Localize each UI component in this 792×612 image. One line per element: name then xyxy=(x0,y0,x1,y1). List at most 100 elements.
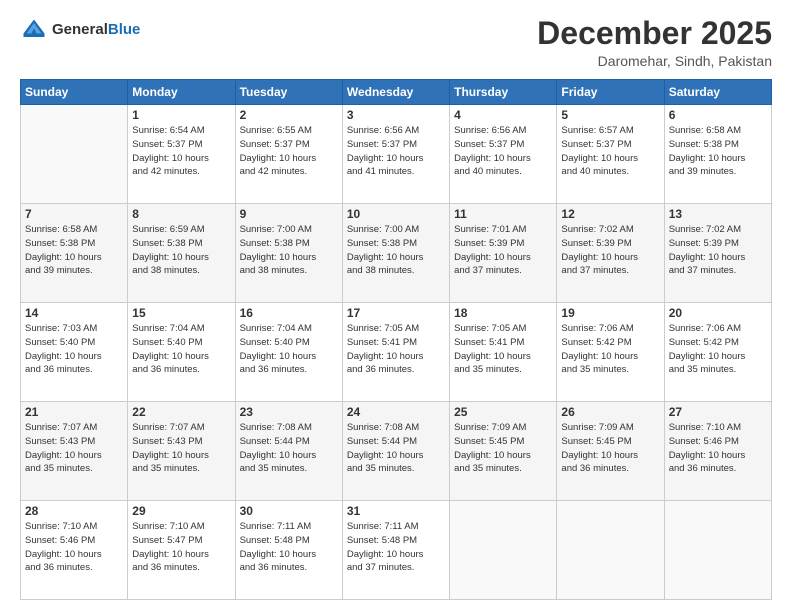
day-info: Sunrise: 7:08 AM Sunset: 5:44 PM Dayligh… xyxy=(240,421,338,476)
col-header-sunday: Sunday xyxy=(21,80,128,105)
page: GeneralBlue December 2025 Daromehar, Sin… xyxy=(0,0,792,612)
day-number: 6 xyxy=(669,108,767,122)
day-cell: 14 Sunrise: 7:03 AM Sunset: 5:40 PM Dayli… xyxy=(21,303,128,402)
logo-general: General xyxy=(52,21,108,38)
day-info: Sunrise: 7:09 AM Sunset: 5:45 PM Dayligh… xyxy=(454,421,552,476)
day-cell: 12 Sunrise: 7:02 AM Sunset: 5:39 PM Dayli… xyxy=(557,204,664,303)
day-cell: 26Sunrise: 7:09 AM Sunset: 5:45 PM Dayli… xyxy=(557,402,664,501)
day-info: Sunrise: 6:58 AM Sunset: 5:38 PM Dayligh… xyxy=(25,223,123,278)
day-info: Sunrise: 6:55 AM Sunset: 5:37 PM Dayligh… xyxy=(240,124,338,179)
day-cell xyxy=(557,501,664,600)
day-cell: 13 Sunrise: 7:02 AM Sunset: 5:39 PM Dayli… xyxy=(664,204,771,303)
day-cell: 17 Sunrise: 7:05 AM Sunset: 5:41 PM Dayli… xyxy=(342,303,449,402)
day-info: Sunrise: 7:02 AM Sunset: 5:39 PM Dayligh… xyxy=(561,223,659,278)
day-info: Sunrise: 6:54 AM Sunset: 5:37 PM Dayligh… xyxy=(132,124,230,179)
day-cell: 10Sunrise: 7:00 AM Sunset: 5:38 PM Dayli… xyxy=(342,204,449,303)
day-number: 15 xyxy=(132,306,230,320)
day-info: Sunrise: 7:10 AM Sunset: 5:46 PM Dayligh… xyxy=(25,520,123,575)
day-cell: 27 Sunrise: 7:10 AM Sunset: 5:46 PM Dayli… xyxy=(664,402,771,501)
day-cell: 30 Sunrise: 7:11 AM Sunset: 5:48 PM Dayli… xyxy=(235,501,342,600)
day-number: 17 xyxy=(347,306,445,320)
day-info: Sunrise: 7:06 AM Sunset: 5:42 PM Dayligh… xyxy=(561,322,659,377)
col-header-friday: Friday xyxy=(557,80,664,105)
day-info: Sunrise: 7:02 AM Sunset: 5:39 PM Dayligh… xyxy=(669,223,767,278)
day-info: Sunrise: 7:11 AM Sunset: 5:48 PM Dayligh… xyxy=(240,520,338,575)
week-row-1: 1 Sunrise: 6:54 AM Sunset: 5:37 PM Daylig… xyxy=(21,105,772,204)
day-info: Sunrise: 6:56 AM Sunset: 5:37 PM Dayligh… xyxy=(454,124,552,179)
day-number: 25 xyxy=(454,405,552,419)
col-header-wednesday: Wednesday xyxy=(342,80,449,105)
day-info: Sunrise: 7:08 AM Sunset: 5:44 PM Dayligh… xyxy=(347,421,445,476)
day-cell: 28Sunrise: 7:10 AM Sunset: 5:46 PM Dayli… xyxy=(21,501,128,600)
day-number: 4 xyxy=(454,108,552,122)
day-number: 19 xyxy=(561,306,659,320)
day-info: Sunrise: 7:10 AM Sunset: 5:46 PM Dayligh… xyxy=(669,421,767,476)
logo-icon xyxy=(20,16,48,44)
day-cell: 16Sunrise: 7:04 AM Sunset: 5:40 PM Dayli… xyxy=(235,303,342,402)
logo-blue: Blue xyxy=(108,21,141,38)
day-cell xyxy=(21,105,128,204)
header-row: SundayMondayTuesdayWednesdayThursdayFrid… xyxy=(21,80,772,105)
day-number: 21 xyxy=(25,405,123,419)
day-number: 24 xyxy=(347,405,445,419)
logo-text: GeneralBlue xyxy=(52,21,140,39)
day-number: 16 xyxy=(240,306,338,320)
day-number: 3 xyxy=(347,108,445,122)
title-block: December 2025 Daromehar, Sindh, Pakistan xyxy=(537,16,772,69)
day-info: Sunrise: 6:56 AM Sunset: 5:37 PM Dayligh… xyxy=(347,124,445,179)
day-number: 12 xyxy=(561,207,659,221)
week-row-2: 7 Sunrise: 6:58 AM Sunset: 5:38 PM Daylig… xyxy=(21,204,772,303)
col-header-thursday: Thursday xyxy=(450,80,557,105)
col-header-saturday: Saturday xyxy=(664,80,771,105)
day-cell: 1 Sunrise: 6:54 AM Sunset: 5:37 PM Daylig… xyxy=(128,105,235,204)
day-cell: 11Sunrise: 7:01 AM Sunset: 5:39 PM Dayli… xyxy=(450,204,557,303)
day-cell: 6Sunrise: 6:58 AM Sunset: 5:38 PM Daylig… xyxy=(664,105,771,204)
day-cell: 31 Sunrise: 7:11 AM Sunset: 5:48 PM Dayli… xyxy=(342,501,449,600)
day-number: 8 xyxy=(132,207,230,221)
col-header-tuesday: Tuesday xyxy=(235,80,342,105)
day-info: Sunrise: 7:11 AM Sunset: 5:48 PM Dayligh… xyxy=(347,520,445,575)
day-number: 14 xyxy=(25,306,123,320)
day-info: Sunrise: 7:03 AM Sunset: 5:40 PM Dayligh… xyxy=(25,322,123,377)
week-row-4: 21 Sunrise: 7:07 AM Sunset: 5:43 PM Dayli… xyxy=(21,402,772,501)
day-info: Sunrise: 7:07 AM Sunset: 5:43 PM Dayligh… xyxy=(132,421,230,476)
day-number: 23 xyxy=(240,405,338,419)
day-number: 27 xyxy=(669,405,767,419)
day-cell xyxy=(450,501,557,600)
day-number: 22 xyxy=(132,405,230,419)
day-info: Sunrise: 7:07 AM Sunset: 5:43 PM Dayligh… xyxy=(25,421,123,476)
day-number: 1 xyxy=(132,108,230,122)
day-number: 29 xyxy=(132,504,230,518)
month-year: December 2025 xyxy=(537,16,772,51)
day-cell: 15 Sunrise: 7:04 AM Sunset: 5:40 PM Dayli… xyxy=(128,303,235,402)
day-cell: 7 Sunrise: 6:58 AM Sunset: 5:38 PM Daylig… xyxy=(21,204,128,303)
day-cell: 29Sunrise: 7:10 AM Sunset: 5:47 PM Dayli… xyxy=(128,501,235,600)
day-info: Sunrise: 7:05 AM Sunset: 5:41 PM Dayligh… xyxy=(347,322,445,377)
day-cell xyxy=(664,501,771,600)
day-number: 26 xyxy=(561,405,659,419)
day-cell: 24 Sunrise: 7:08 AM Sunset: 5:44 PM Dayli… xyxy=(342,402,449,501)
day-info: Sunrise: 7:04 AM Sunset: 5:40 PM Dayligh… xyxy=(132,322,230,377)
logo: GeneralBlue xyxy=(20,16,140,44)
header: GeneralBlue December 2025 Daromehar, Sin… xyxy=(20,16,772,69)
day-cell: 3 Sunrise: 6:56 AM Sunset: 5:37 PM Daylig… xyxy=(342,105,449,204)
day-number: 30 xyxy=(240,504,338,518)
day-number: 13 xyxy=(669,207,767,221)
day-cell: 19 Sunrise: 7:06 AM Sunset: 5:42 PM Dayli… xyxy=(557,303,664,402)
day-number: 31 xyxy=(347,504,445,518)
day-number: 20 xyxy=(669,306,767,320)
col-header-monday: Monday xyxy=(128,80,235,105)
day-cell: 18Sunrise: 7:05 AM Sunset: 5:41 PM Dayli… xyxy=(450,303,557,402)
day-cell: 2 Sunrise: 6:55 AM Sunset: 5:37 PM Daylig… xyxy=(235,105,342,204)
day-cell: 9Sunrise: 7:00 AM Sunset: 5:38 PM Daylig… xyxy=(235,204,342,303)
location: Daromehar, Sindh, Pakistan xyxy=(537,53,772,69)
day-number: 7 xyxy=(25,207,123,221)
day-cell: 8Sunrise: 6:59 AM Sunset: 5:38 PM Daylig… xyxy=(128,204,235,303)
day-cell: 25 Sunrise: 7:09 AM Sunset: 5:45 PM Dayli… xyxy=(450,402,557,501)
day-cell: 20Sunrise: 7:06 AM Sunset: 5:42 PM Dayli… xyxy=(664,303,771,402)
day-number: 2 xyxy=(240,108,338,122)
calendar-table: SundayMondayTuesdayWednesdayThursdayFrid… xyxy=(20,79,772,600)
day-info: Sunrise: 6:57 AM Sunset: 5:37 PM Dayligh… xyxy=(561,124,659,179)
day-number: 18 xyxy=(454,306,552,320)
week-row-3: 14 Sunrise: 7:03 AM Sunset: 5:40 PM Dayli… xyxy=(21,303,772,402)
